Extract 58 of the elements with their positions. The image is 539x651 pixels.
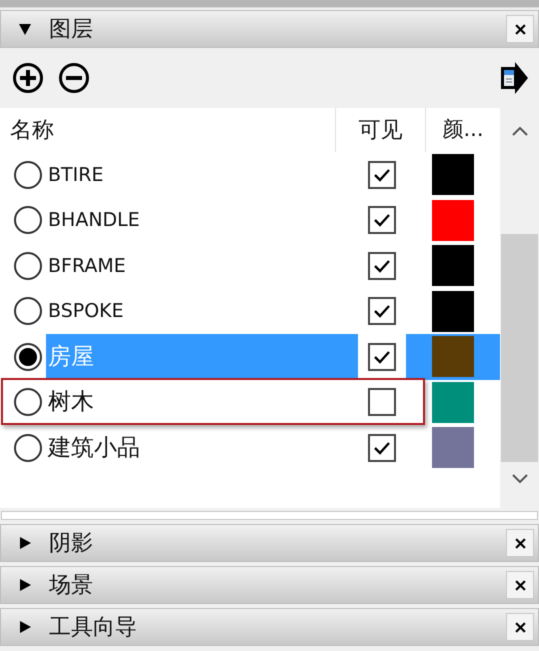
panel-header[interactable]: 工具向导 (0, 608, 539, 646)
visibility-checkbox[interactable] (368, 342, 396, 371)
radio-button[interactable] (14, 388, 42, 416)
scrollbar[interactable] (500, 108, 539, 508)
visibility-checkbox[interactable] (368, 434, 396, 462)
export-arrow-icon[interactable] (499, 61, 529, 95)
visibility-checkbox[interactable] (368, 160, 396, 189)
scroll-down-icon[interactable] (512, 474, 528, 484)
panel-header[interactable]: 场景 (0, 566, 539, 604)
scroll-up-icon[interactable] (512, 126, 528, 136)
color-swatch[interactable] (432, 336, 474, 378)
panel-title: 工具向导 (49, 614, 137, 642)
color-swatch[interactable] (432, 382, 474, 423)
close-button[interactable] (506, 571, 534, 599)
color-swatch[interactable] (432, 245, 474, 286)
visibility-checkbox[interactable] (368, 297, 396, 326)
panel-title: 场景 (49, 572, 93, 600)
radio-button[interactable] (14, 342, 42, 371)
close-icon (514, 538, 526, 548)
radio-button[interactable] (14, 434, 42, 462)
color-swatch[interactable] (432, 427, 474, 468)
radio-button[interactable] (14, 252, 42, 280)
layer-name[interactable]: 建筑小品 (46, 425, 358, 470)
panel-header[interactable]: 阴影 (0, 524, 539, 562)
panel-title: 图层 (49, 16, 93, 44)
layer-name[interactable]: BHANDLE (46, 198, 358, 243)
column-header[interactable]: 颜... (426, 108, 500, 152)
visibility-checkbox[interactable] (368, 252, 396, 280)
visibility-checkbox[interactable] (368, 388, 396, 416)
close-icon (514, 24, 526, 34)
color-swatch[interactable] (432, 154, 474, 196)
check-icon (373, 350, 391, 364)
radio-button[interactable] (14, 206, 42, 234)
color-swatch[interactable] (432, 200, 474, 241)
check-icon (373, 258, 391, 273)
check-icon (373, 304, 391, 318)
close-button[interactable] (506, 613, 534, 641)
color-swatch[interactable] (432, 290, 474, 332)
radio-button[interactable] (14, 297, 42, 326)
layer-name[interactable]: BSPOKE (46, 288, 358, 334)
remove-icon[interactable] (58, 62, 90, 94)
radio-button[interactable] (14, 160, 42, 189)
check-icon (373, 168, 391, 182)
panel-title: 阴影 (49, 530, 93, 558)
layer-name[interactable]: 树木 (46, 380, 358, 425)
close-button[interactable] (506, 15, 534, 43)
check-icon (373, 440, 391, 455)
layer-name[interactable]: BTIRE (46, 152, 358, 198)
close-button[interactable] (506, 529, 534, 557)
close-icon (514, 580, 526, 590)
panel-header[interactable]: 图层 (0, 10, 539, 48)
close-icon (514, 622, 526, 632)
add-icon[interactable] (12, 62, 44, 94)
column-header[interactable]: 可见 (336, 108, 426, 152)
check-icon (373, 213, 391, 228)
visibility-checkbox[interactable] (368, 206, 396, 234)
layer-name[interactable]: BFRAME (46, 243, 358, 288)
column-header[interactable]: 名称 (0, 108, 336, 152)
